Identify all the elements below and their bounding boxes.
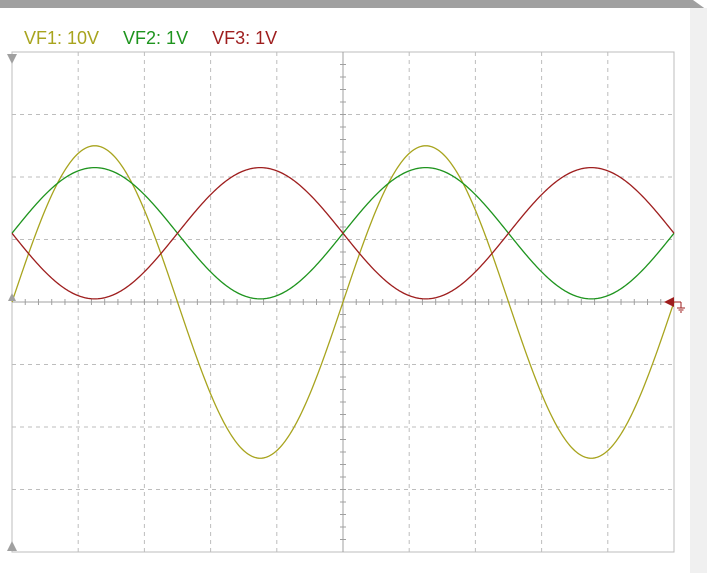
- trigger-bottom-arrow-icon: [7, 541, 17, 551]
- trigger-top-arrow-icon: [7, 54, 17, 64]
- oscilloscope-plot: [7, 51, 685, 553]
- scrollbar-track[interactable]: [690, 8, 707, 573]
- ground-marker-arrow-icon: [664, 297, 674, 307]
- window-top-bar: [0, 0, 707, 10]
